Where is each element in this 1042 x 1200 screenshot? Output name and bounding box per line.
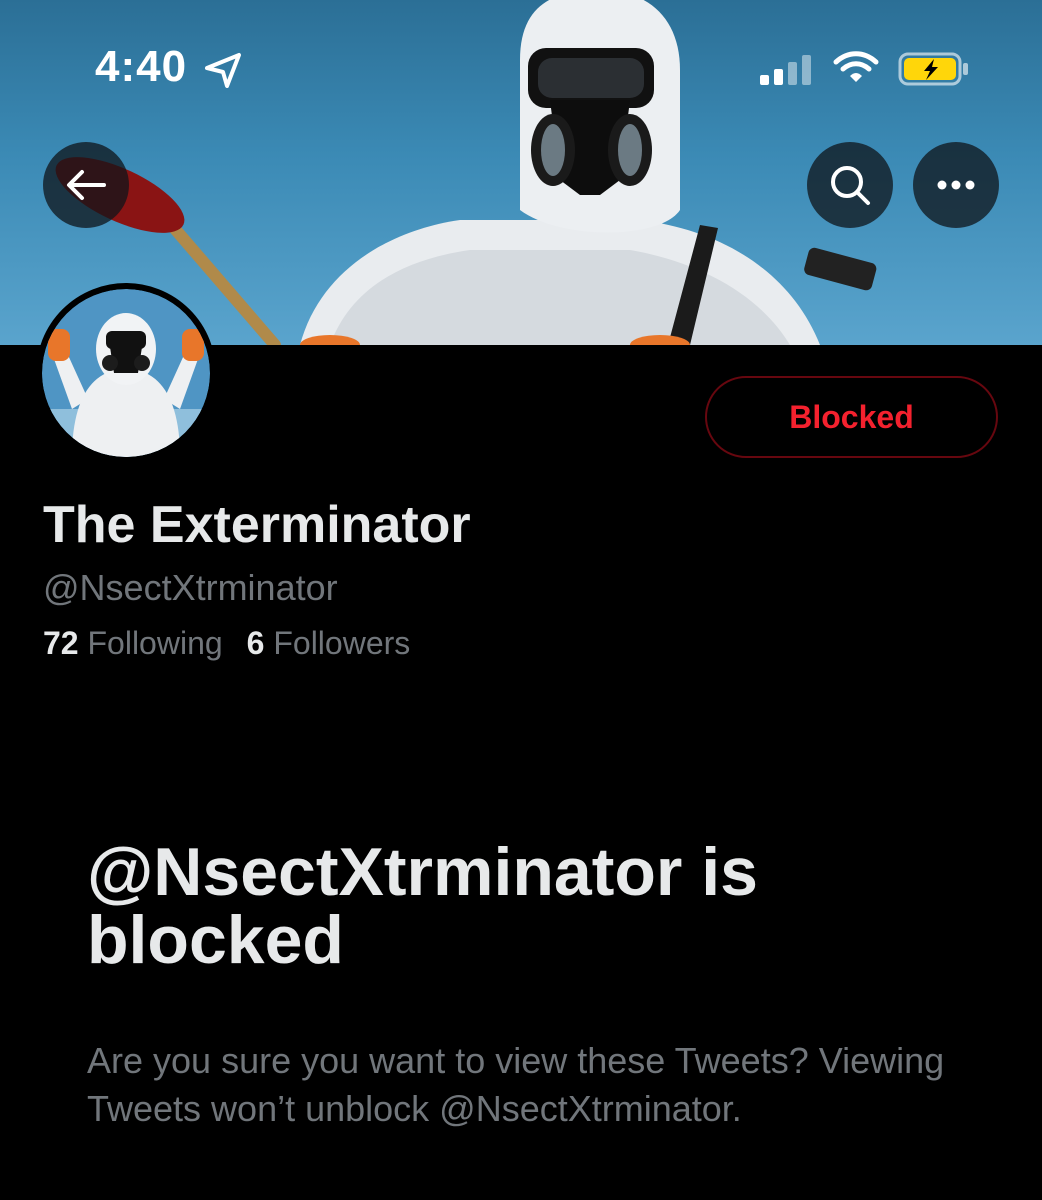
location-arrow-icon	[203, 52, 243, 93]
followers-count: 6	[246, 625, 265, 661]
status-time: 4:40	[95, 42, 188, 91]
cellular-signal-icon	[760, 55, 814, 90]
arrow-left-icon	[67, 170, 106, 200]
more-options-button[interactable]	[913, 142, 999, 228]
wifi-icon	[833, 50, 879, 91]
search-icon	[831, 166, 870, 205]
blocked-notice-title: @NsectXtrminator is blocked	[87, 834, 758, 978]
profile-stats: 72 Following 6 Followers	[43, 625, 410, 662]
profile-avatar[interactable]	[36, 283, 216, 463]
blocked-button[interactable]: Blocked	[705, 376, 998, 458]
following-label: Following	[87, 625, 223, 661]
following-link[interactable]: 72 Following	[43, 625, 223, 661]
avatar-image	[42, 289, 210, 457]
blocked-notice-body: Are you sure you want to view these Twee…	[87, 1040, 945, 1129]
followers-label: Followers	[273, 625, 411, 661]
status-bar: 4:40	[0, 0, 1042, 130]
more-horizontal-icon	[937, 180, 975, 190]
search-button[interactable]	[807, 142, 893, 228]
battery-charging-icon	[898, 52, 970, 91]
profile-display-name: The Exterminator	[43, 496, 471, 554]
back-button[interactable]	[43, 142, 129, 228]
followers-link[interactable]: 6 Followers	[247, 625, 411, 661]
following-count: 72	[43, 625, 79, 661]
profile-handle: @NsectXtrminator	[43, 567, 338, 608]
